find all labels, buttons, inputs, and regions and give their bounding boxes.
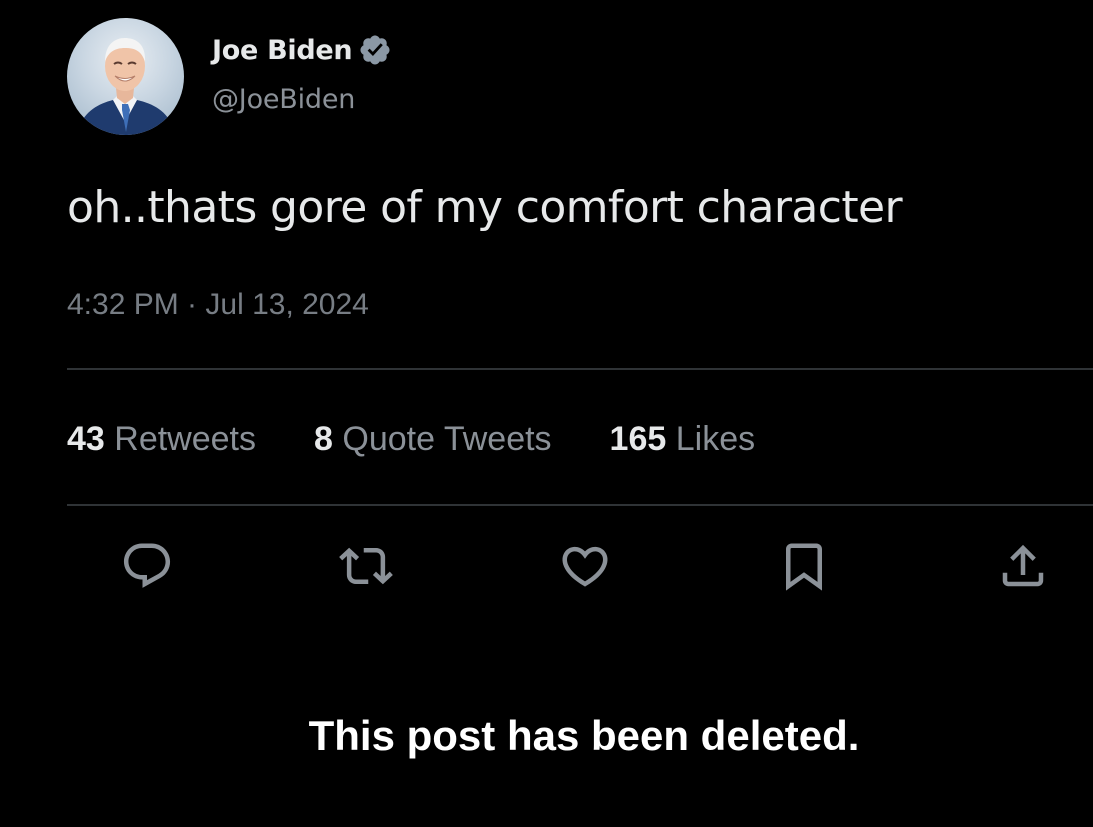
avatar[interactable]: [67, 18, 184, 135]
reply-icon: [123, 543, 171, 588]
engagement-stats: 43 Retweets 8 Quote Tweets 165 Likes: [67, 420, 813, 459]
verified-badge-icon: [358, 33, 392, 67]
avatar-image: [77, 38, 175, 135]
author-block: Joe Biden @JoeBiden: [212, 30, 392, 115]
share-icon: [1002, 544, 1044, 587]
stat-quote-tweets-label: Quote Tweets: [332, 420, 552, 458]
stat-likes-count: 165: [609, 420, 667, 458]
action-bar: [0, 534, 1093, 598]
tweet-text: oh..thats gore of my comfort character: [67, 182, 903, 233]
heart-icon: [562, 546, 608, 587]
share-button[interactable]: [991, 534, 1055, 598]
stat-likes[interactable]: 165 Likes: [610, 420, 756, 459]
retweet-icon: [339, 547, 393, 585]
bookmark-button[interactable]: [772, 534, 836, 598]
name-row: Joe Biden: [212, 30, 392, 70]
deleted-notice: This post has been deleted.: [308, 712, 860, 759]
bookmark-icon: [786, 543, 822, 591]
stat-likes-label: Likes: [666, 420, 756, 458]
tweet-timestamp[interactable]: 4:32 PM · Jul 13, 2024: [67, 288, 369, 322]
user-handle[interactable]: @JoeBiden: [212, 84, 392, 115]
divider: [67, 368, 1093, 370]
tweet-card: Joe Biden @JoeBiden oh..thats gore of my…: [0, 0, 1093, 827]
stat-retweets-count: 43: [67, 420, 105, 458]
like-button[interactable]: [553, 534, 617, 598]
reply-button[interactable]: [115, 534, 179, 598]
stat-quote-tweets-count: 8: [314, 420, 333, 458]
stat-quote-tweets[interactable]: 8 Quote Tweets: [314, 420, 552, 459]
display-name[interactable]: Joe Biden: [212, 35, 353, 66]
stat-retweets[interactable]: 43 Retweets: [67, 420, 256, 459]
stat-retweets-label: Retweets: [104, 420, 257, 458]
divider: [67, 504, 1093, 506]
retweet-button[interactable]: [334, 534, 398, 598]
